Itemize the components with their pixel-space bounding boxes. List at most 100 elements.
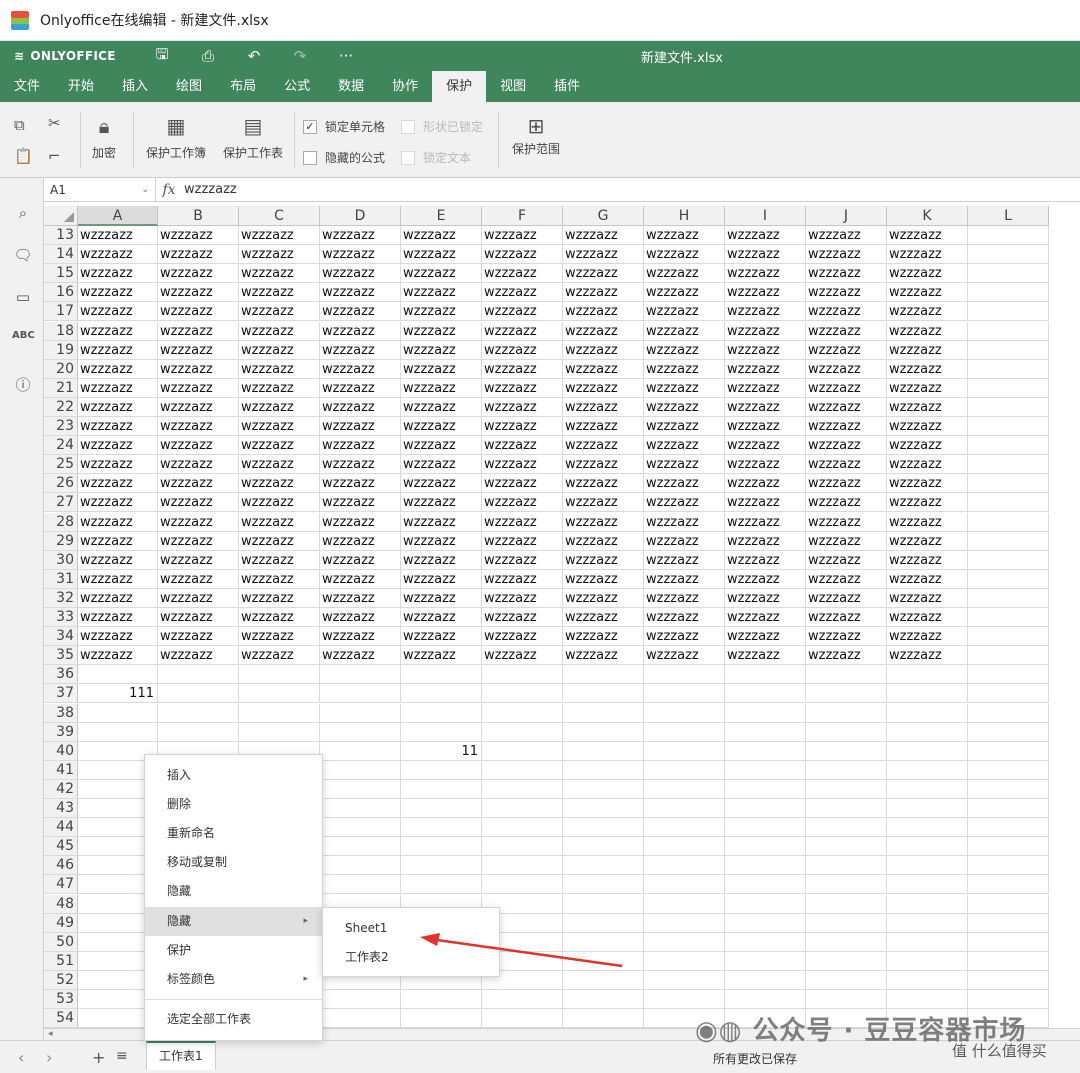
cell-B20[interactable]: wzzzazz — [158, 359, 239, 379]
cell-I24[interactable]: wzzzazz — [725, 436, 806, 456]
cell-A34[interactable]: wzzzazz — [78, 627, 158, 647]
cell-C14[interactable]: wzzzazz — [239, 245, 320, 265]
cell-H26[interactable]: wzzzazz — [644, 474, 725, 494]
cell-F21[interactable]: wzzzazz — [482, 378, 563, 398]
cell-E53[interactable] — [401, 990, 482, 1009]
cell-I21[interactable]: wzzzazz — [725, 378, 806, 398]
cell-E22[interactable]: wzzzazz — [401, 397, 482, 417]
cell-B26[interactable]: wzzzazz — [158, 474, 239, 494]
cell-I19[interactable]: wzzzazz — [725, 340, 806, 360]
cell-E32[interactable]: wzzzazz — [401, 588, 482, 608]
cell-A25[interactable]: wzzzazz — [78, 455, 158, 475]
cell-G45[interactable] — [563, 837, 644, 857]
cell-C16[interactable]: wzzzazz — [239, 283, 320, 303]
encrypt-button[interactable]: 🔒︎ 加密 — [92, 114, 116, 161]
cell-B30[interactable]: wzzzazz — [158, 550, 239, 570]
cell-H48[interactable] — [644, 894, 725, 914]
cell-E42[interactable] — [401, 779, 482, 799]
cell-H25[interactable]: wzzzazz — [644, 455, 725, 475]
cell-H52[interactable] — [644, 970, 725, 990]
cell-D33[interactable]: wzzzazz — [320, 608, 401, 627]
cell-G13[interactable]: wzzzazz — [563, 226, 644, 245]
cell-L21[interactable] — [968, 378, 1049, 398]
cell-L13[interactable] — [968, 226, 1049, 245]
cell-A24[interactable]: wzzzazz — [78, 436, 158, 456]
cell-G30[interactable]: wzzzazz — [563, 550, 644, 570]
cell-C17[interactable]: wzzzazz — [239, 302, 320, 322]
column-header[interactable]: K — [887, 206, 968, 226]
cell-G23[interactable]: wzzzazz — [563, 417, 644, 436]
context-menu-item[interactable]: 移动或复制 — [145, 848, 322, 877]
cell-K25[interactable]: wzzzazz — [887, 455, 968, 475]
row-header[interactable]: 18 — [44, 321, 78, 341]
column-header[interactable]: G — [563, 206, 644, 226]
row-header[interactable]: 17 — [44, 302, 78, 322]
cell-B38[interactable] — [158, 703, 239, 723]
cell-G54[interactable] — [563, 1009, 644, 1028]
cell-L47[interactable] — [968, 875, 1049, 895]
copy-icon[interactable]: ⧉ — [14, 116, 25, 134]
row-header[interactable]: 54 — [44, 1009, 78, 1028]
row-header[interactable]: 25 — [44, 455, 78, 475]
cell-G25[interactable]: wzzzazz — [563, 455, 644, 475]
cell-C23[interactable]: wzzzazz — [239, 417, 320, 436]
cell-L46[interactable] — [968, 856, 1049, 876]
cell-I38[interactable] — [725, 703, 806, 723]
redo-icon[interactable]: ↷ — [290, 47, 310, 65]
cell-D22[interactable]: wzzzazz — [320, 397, 401, 417]
cell-D23[interactable]: wzzzazz — [320, 417, 401, 436]
cell-C31[interactable]: wzzzazz — [239, 569, 320, 589]
column-header[interactable]: B — [158, 206, 239, 226]
cell-K42[interactable] — [887, 779, 968, 799]
cell-D15[interactable]: wzzzazz — [320, 264, 401, 284]
cell-B13[interactable]: wzzzazz — [158, 226, 239, 245]
cell-G32[interactable]: wzzzazz — [563, 588, 644, 608]
cell-H28[interactable]: wzzzazz — [644, 512, 725, 532]
cell-E24[interactable]: wzzzazz — [401, 436, 482, 456]
tab-2[interactable]: 插入 — [108, 71, 162, 102]
cell-C34[interactable]: wzzzazz — [239, 627, 320, 647]
cell-J32[interactable]: wzzzazz — [806, 588, 887, 608]
row-header[interactable]: 43 — [44, 799, 78, 818]
cell-D35[interactable]: wzzzazz — [320, 646, 401, 666]
cell-B35[interactable]: wzzzazz — [158, 646, 239, 666]
cell-D54[interactable] — [320, 1009, 401, 1028]
cell-D43[interactable] — [320, 799, 401, 818]
cell-G36[interactable] — [563, 665, 644, 685]
cell-F36[interactable] — [482, 665, 563, 685]
cell-K52[interactable] — [887, 970, 968, 990]
cell-F42[interactable] — [482, 779, 563, 799]
cell-B37[interactable] — [158, 684, 239, 704]
cell-L23[interactable] — [968, 417, 1049, 436]
cell-D24[interactable]: wzzzazz — [320, 436, 401, 456]
cell-H32[interactable]: wzzzazz — [644, 588, 725, 608]
function-icon[interactable]: fx — [156, 182, 182, 198]
cell-K24[interactable]: wzzzazz — [887, 436, 968, 456]
row-header[interactable]: 53 — [44, 990, 78, 1009]
cell-C36[interactable] — [239, 665, 320, 685]
cell-I30[interactable]: wzzzazz — [725, 550, 806, 570]
cell-I13[interactable]: wzzzazz — [725, 226, 806, 245]
cell-B19[interactable]: wzzzazz — [158, 340, 239, 360]
cell-I36[interactable] — [725, 665, 806, 685]
cell-D30[interactable]: wzzzazz — [320, 550, 401, 570]
context-menu-item[interactable]: 隐藏 ▸ — [145, 907, 322, 936]
cell-E35[interactable]: wzzzazz — [401, 646, 482, 666]
cell-D47[interactable] — [320, 875, 401, 895]
cell-F22[interactable]: wzzzazz — [482, 397, 563, 417]
cell-G48[interactable] — [563, 894, 644, 914]
column-header[interactable]: J — [806, 206, 887, 226]
cell-A35[interactable]: wzzzazz — [78, 646, 158, 666]
cell-H33[interactable]: wzzzazz — [644, 608, 725, 627]
cell-D16[interactable]: wzzzazz — [320, 283, 401, 303]
cell-F23[interactable]: wzzzazz — [482, 417, 563, 436]
cell-E41[interactable] — [401, 760, 482, 780]
cell-I32[interactable]: wzzzazz — [725, 588, 806, 608]
cell-J14[interactable]: wzzzazz — [806, 245, 887, 265]
cell-D38[interactable] — [320, 703, 401, 723]
cell-J23[interactable]: wzzzazz — [806, 417, 887, 436]
row-header[interactable]: 20 — [44, 359, 78, 379]
cell-J51[interactable] — [806, 951, 887, 971]
cell-C37[interactable] — [239, 684, 320, 704]
cell-H17[interactable]: wzzzazz — [644, 302, 725, 322]
